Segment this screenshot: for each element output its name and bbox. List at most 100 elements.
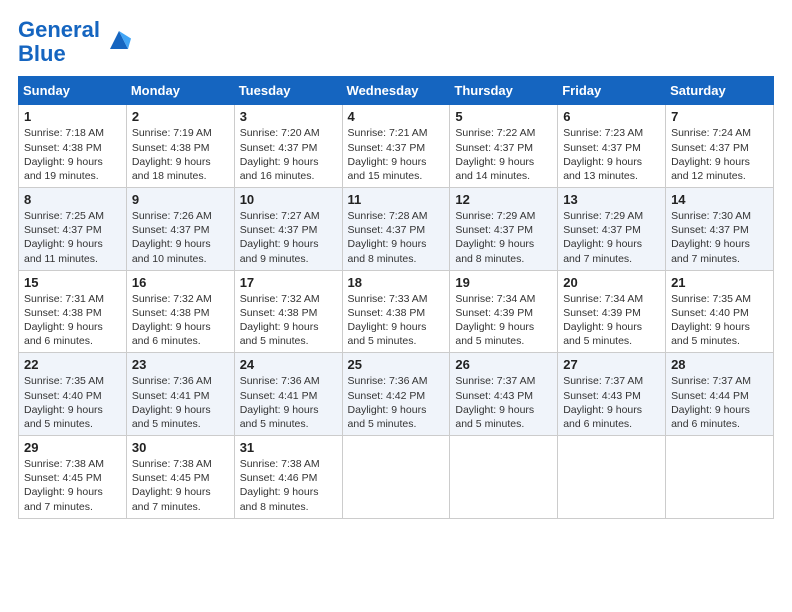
day-cell: 27 Sunrise: 7:37 AM Sunset: 4:43 PM Dayli… [558, 353, 666, 436]
day-info: Sunrise: 7:33 AM Sunset: 4:38 PM Dayligh… [348, 292, 445, 349]
day-number: 27 [563, 357, 660, 372]
day-number: 7 [671, 109, 768, 124]
day-cell: 29 Sunrise: 7:38 AM Sunset: 4:45 PM Dayli… [19, 436, 127, 519]
day-number: 24 [240, 357, 337, 372]
day-number: 21 [671, 275, 768, 290]
weekday-header-saturday: Saturday [666, 77, 774, 105]
day-info: Sunrise: 7:31 AM Sunset: 4:38 PM Dayligh… [24, 292, 121, 349]
day-number: 16 [132, 275, 229, 290]
day-cell: 13 Sunrise: 7:29 AM Sunset: 4:37 PM Dayli… [558, 188, 666, 271]
day-info: Sunrise: 7:32 AM Sunset: 4:38 PM Dayligh… [132, 292, 229, 349]
day-cell: 31 Sunrise: 7:38 AM Sunset: 4:46 PM Dayli… [234, 436, 342, 519]
day-info: Sunrise: 7:38 AM Sunset: 4:45 PM Dayligh… [132, 457, 229, 514]
week-row-3: 15 Sunrise: 7:31 AM Sunset: 4:38 PM Dayli… [19, 270, 774, 353]
week-row-4: 22Sunrise: 7:35 AM Sunset: 4:40 PM Dayli… [19, 353, 774, 436]
day-cell: 14 Sunrise: 7:30 AM Sunset: 4:37 PM Dayli… [666, 188, 774, 271]
day-info: Sunrise: 7:38 AM Sunset: 4:46 PM Dayligh… [240, 457, 337, 514]
day-number: 10 [240, 192, 337, 207]
day-number: 19 [455, 275, 552, 290]
day-info: Sunrise: 7:24 AM Sunset: 4:37 PM Dayligh… [671, 126, 768, 183]
day-info: Sunrise: 7:36 AM Sunset: 4:41 PM Dayligh… [132, 374, 229, 431]
weekday-row: SundayMondayTuesdayWednesdayThursdayFrid… [19, 77, 774, 105]
day-number: 6 [563, 109, 660, 124]
day-cell: 11 Sunrise: 7:28 AM Sunset: 4:37 PM Dayli… [342, 188, 450, 271]
weekday-header-thursday: Thursday [450, 77, 558, 105]
day-cell: 16 Sunrise: 7:32 AM Sunset: 4:38 PM Dayli… [126, 270, 234, 353]
day-info: Sunrise: 7:29 AM Sunset: 4:37 PM Dayligh… [455, 209, 552, 266]
day-number: 15 [24, 275, 121, 290]
day-number: 13 [563, 192, 660, 207]
day-info: Sunrise: 7:32 AM Sunset: 4:38 PM Dayligh… [240, 292, 337, 349]
day-cell: 4 Sunrise: 7:21 AM Sunset: 4:37 PM Daylig… [342, 105, 450, 188]
day-cell: 6 Sunrise: 7:23 AM Sunset: 4:37 PM Daylig… [558, 105, 666, 188]
header: General Blue [18, 18, 774, 66]
day-number: 25 [348, 357, 445, 372]
page: General Blue SundayMondayTuesdayWednesda… [0, 0, 792, 612]
calendar: SundayMondayTuesdayWednesdayThursdayFrid… [18, 76, 774, 518]
day-cell: 21 Sunrise: 7:35 AM Sunset: 4:40 PM Dayli… [666, 270, 774, 353]
day-cell: 28 Sunrise: 7:37 AM Sunset: 4:44 PM Dayli… [666, 353, 774, 436]
day-number: 29 [24, 440, 121, 455]
day-cell: 30 Sunrise: 7:38 AM Sunset: 4:45 PM Dayli… [126, 436, 234, 519]
logo-blue: Blue [18, 41, 66, 66]
weekday-header-monday: Monday [126, 77, 234, 105]
day-number: 23 [132, 357, 229, 372]
day-info: Sunrise: 7:25 AM Sunset: 4:37 PM Dayligh… [24, 209, 121, 266]
day-info: Sunrise: 7:18 AM Sunset: 4:38 PM Dayligh… [24, 126, 121, 183]
day-cell: 1 Sunrise: 7:18 AM Sunset: 4:38 PM Daylig… [19, 105, 127, 188]
day-number: 3 [240, 109, 337, 124]
day-info: Sunrise: 7:34 AM Sunset: 4:39 PM Dayligh… [563, 292, 660, 349]
day-info: Sunrise: 7:37 AM Sunset: 4:44 PM Dayligh… [671, 374, 768, 431]
logo: General Blue [18, 18, 134, 66]
day-cell: 12Sunrise: 7:29 AM Sunset: 4:37 PM Dayli… [450, 188, 558, 271]
day-number: 26 [455, 357, 552, 372]
day-number: 18 [348, 275, 445, 290]
day-number: 5 [455, 109, 552, 124]
day-number: 11 [348, 192, 445, 207]
day-info: Sunrise: 7:19 AM Sunset: 4:38 PM Dayligh… [132, 126, 229, 183]
day-cell: 18 Sunrise: 7:33 AM Sunset: 4:38 PM Dayli… [342, 270, 450, 353]
day-number: 20 [563, 275, 660, 290]
day-cell: 5Sunrise: 7:22 AM Sunset: 4:37 PM Daylig… [450, 105, 558, 188]
weekday-header-sunday: Sunday [19, 77, 127, 105]
day-info: Sunrise: 7:35 AM Sunset: 4:40 PM Dayligh… [671, 292, 768, 349]
day-info: Sunrise: 7:28 AM Sunset: 4:37 PM Dayligh… [348, 209, 445, 266]
day-cell: 3Sunrise: 7:20 AM Sunset: 4:37 PM Daylig… [234, 105, 342, 188]
day-info: Sunrise: 7:26 AM Sunset: 4:37 PM Dayligh… [132, 209, 229, 266]
day-cell: 22Sunrise: 7:35 AM Sunset: 4:40 PM Dayli… [19, 353, 127, 436]
day-cell: 2 Sunrise: 7:19 AM Sunset: 4:38 PM Daylig… [126, 105, 234, 188]
day-cell [666, 436, 774, 519]
week-row-1: 1 Sunrise: 7:18 AM Sunset: 4:38 PM Daylig… [19, 105, 774, 188]
day-cell: 9Sunrise: 7:26 AM Sunset: 4:37 PM Daylig… [126, 188, 234, 271]
day-number: 31 [240, 440, 337, 455]
day-number: 14 [671, 192, 768, 207]
day-info: Sunrise: 7:38 AM Sunset: 4:45 PM Dayligh… [24, 457, 121, 514]
day-cell: 19Sunrise: 7:34 AM Sunset: 4:39 PM Dayli… [450, 270, 558, 353]
day-info: Sunrise: 7:36 AM Sunset: 4:41 PM Dayligh… [240, 374, 337, 431]
day-cell: 24 Sunrise: 7:36 AM Sunset: 4:41 PM Dayli… [234, 353, 342, 436]
day-cell [342, 436, 450, 519]
day-info: Sunrise: 7:23 AM Sunset: 4:37 PM Dayligh… [563, 126, 660, 183]
day-number: 30 [132, 440, 229, 455]
logo-icon [104, 25, 134, 55]
day-number: 17 [240, 275, 337, 290]
day-cell: 10Sunrise: 7:27 AM Sunset: 4:37 PM Dayli… [234, 188, 342, 271]
calendar-header: SundayMondayTuesdayWednesdayThursdayFrid… [19, 77, 774, 105]
day-number: 2 [132, 109, 229, 124]
day-cell: 8 Sunrise: 7:25 AM Sunset: 4:37 PM Daylig… [19, 188, 127, 271]
day-cell: 25 Sunrise: 7:36 AM Sunset: 4:42 PM Dayli… [342, 353, 450, 436]
day-number: 28 [671, 357, 768, 372]
day-info: Sunrise: 7:21 AM Sunset: 4:37 PM Dayligh… [348, 126, 445, 183]
day-cell [558, 436, 666, 519]
day-info: Sunrise: 7:37 AM Sunset: 4:43 PM Dayligh… [563, 374, 660, 431]
day-cell: 17 Sunrise: 7:32 AM Sunset: 4:38 PM Dayli… [234, 270, 342, 353]
logo-general: General [18, 17, 100, 42]
day-info: Sunrise: 7:29 AM Sunset: 4:37 PM Dayligh… [563, 209, 660, 266]
day-info: Sunrise: 7:30 AM Sunset: 4:37 PM Dayligh… [671, 209, 768, 266]
day-number: 1 [24, 109, 121, 124]
day-cell: 15 Sunrise: 7:31 AM Sunset: 4:38 PM Dayli… [19, 270, 127, 353]
day-info: Sunrise: 7:35 AM Sunset: 4:40 PM Dayligh… [24, 374, 121, 431]
day-info: Sunrise: 7:36 AM Sunset: 4:42 PM Dayligh… [348, 374, 445, 431]
day-number: 8 [24, 192, 121, 207]
day-number: 4 [348, 109, 445, 124]
